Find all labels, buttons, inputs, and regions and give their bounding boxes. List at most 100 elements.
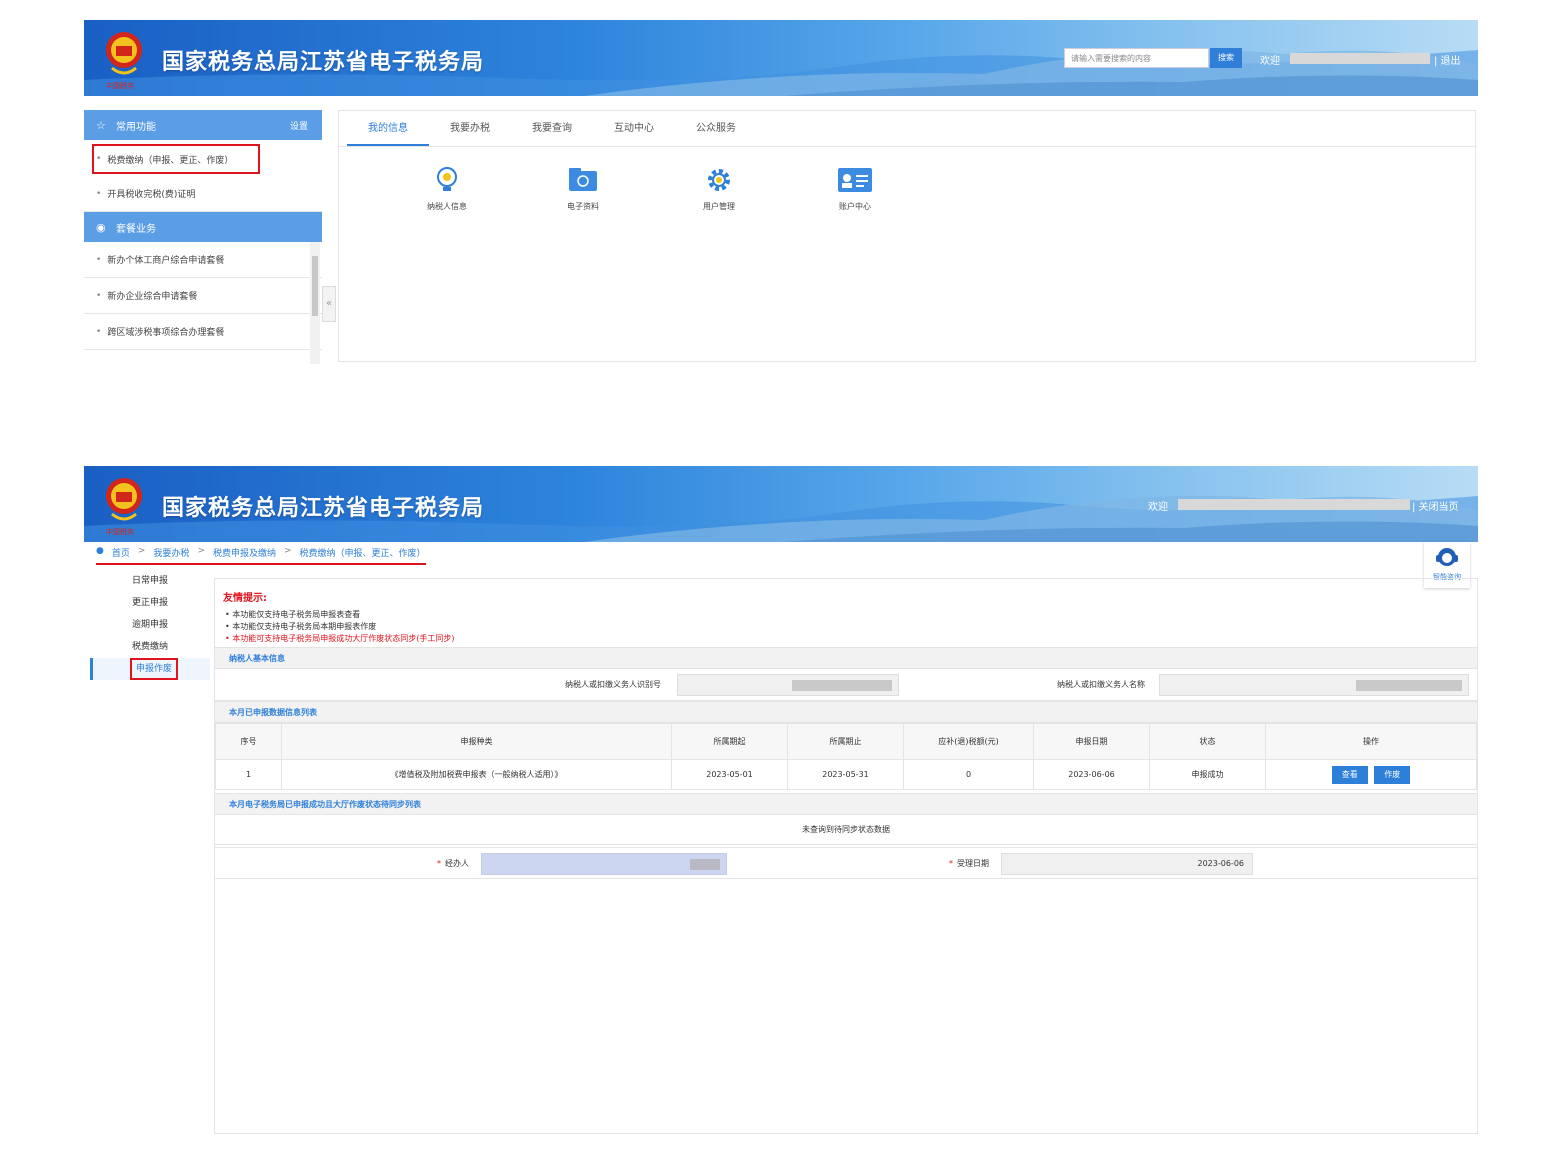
declaration-void-content: 友情提示: • 本功能仅支持电子税务局申报表查看 • 本功能仅支持电子税务局本期… [214,578,1478,1134]
site-title: 国家税务总局江苏省电子税务局 [162,50,485,75]
tax-void-screenshot: 中国税务 国家税务总局江苏省电子税务局 欢迎 | 关闭当页 ● 首页 > 我要办… [84,466,1478,1136]
tile-account-center[interactable]: 账户中心 [787,165,923,212]
tip-item-highlight: • 本功能可支持电子税务局申报成功大厅作废状态同步(手工同步) [225,634,455,643]
sync-list-section-header: 本月电子税务局已申报成功且大厅作废状态待同步列表 [215,793,1477,815]
menu-scrollbar[interactable] [310,242,320,364]
taxpayer-info-section-header: 纳税人基本信息 [215,647,1477,669]
function-tiles: 纳税人信息 电子资料 用户管理 账户中心 [379,165,923,212]
logout-link[interactable]: | 退出 [1434,52,1461,67]
handler-form-row: * 经办人 * 受理日期 2023-06-06 [215,847,1477,879]
cell-actions: 查看 作废 [1265,759,1477,790]
taxpayer-id-label: 纳税人或扣缴义务人识别号 [565,680,661,689]
package-business-header: ◉ 套餐业务 [84,212,322,242]
accept-date-field: 2023-06-06 [1001,853,1253,875]
cell-type: 《增值税及附加税费申报表（一般纳税人适用）》 [281,759,672,790]
breadcrumb-current: 税费缴纳（申报、更正、作废） [299,549,426,559]
menu-item-tax-certificate[interactable]: 开具税收完税(费)证明 [84,176,322,212]
breadcrumb-tax-handling[interactable]: 我要办税 [153,546,189,559]
col-header-type: 申报种类 [281,723,672,760]
tax-emblem-logo: 中国税务 [106,478,142,536]
site-banner: 中国税务 国家税务总局江苏省电子税务局 请输入需要搜索的内容 搜索 欢迎 | 退… [84,20,1478,96]
taxpayer-info-row: 纳税人或扣缴义务人识别号 纳税人或扣缴义务人名称 [215,669,1477,701]
breadcrumb-separator: > [137,546,146,556]
tip-item: • 本功能仅支持电子税务局本期申报表作废 [225,622,377,631]
cell-period-end: 2023-05-31 [787,759,904,790]
breadcrumb-home[interactable]: 首页 [112,546,130,559]
collapse-sidebar-button[interactable]: « [322,286,336,322]
left-menu: ☆ 常用功能 设置 税费缴纳（申报、更正、作废） 开具税收完税(费)证明 ◉ 套… [84,110,322,364]
accept-date-label: * 受理日期 [949,859,989,868]
package-business-title: 套餐业务 [116,223,156,235]
cell-status: 申报成功 [1149,759,1266,790]
breadcrumb: ● 首页 > 我要办税 > 税费申报及缴纳 > 税费缴纳（申报、更正、作废） [96,546,426,565]
tab-interaction[interactable]: 互动中心 [593,111,675,146]
info-bulb-icon [437,167,457,191]
tax-emblem-logo: 中国税务 [106,32,142,90]
welcome-text: 欢迎 [1260,56,1280,67]
handler-input[interactable] [481,853,727,875]
no-data-message: 未查询到待同步状态数据 [215,815,1477,845]
tile-label: 账户中心 [839,202,871,211]
col-header-tax-amount: 应补(退)税额(元) [903,723,1034,760]
tile-label: 用户管理 [703,202,735,211]
site-banner: 中国税务 国家税务总局江苏省电子税务局 欢迎 | 关闭当页 [84,466,1478,542]
cell-declare-date: 2023-06-06 [1033,759,1150,790]
menu-item-individual-package[interactable]: 新办个体工商户综合申请套餐 [84,242,322,278]
gear-icon [708,169,730,191]
search-button[interactable]: 搜索 [1210,48,1242,68]
settings-link[interactable]: 设置 [290,119,308,132]
menu-item-enterprise-package[interactable]: 新办企业综合申请套餐 [84,278,322,314]
declaration-side-nav: 日常申报 更正申报 逾期申报 税费缴纳 申报作废 [90,570,210,680]
svg-text:中国税务: 中国税务 [106,81,134,90]
location-pin-icon: ● [96,546,104,556]
tab-query[interactable]: 我要查询 [511,111,593,146]
username-redacted [1290,53,1430,64]
declared-data-table: 序号 申报种类 所属期起 所属期止 应补(退)税额(元) 申报日期 状态 操作 … [215,723,1477,790]
taxpayer-name-field [1159,674,1469,696]
breadcrumb-separator: > [197,546,205,556]
tile-user-management[interactable]: 用户管理 [651,165,787,212]
breadcrumb-row: ● 首页 > 我要办税 > 税费申报及缴纳 > 税费缴纳（申报、更正、作废） [84,542,1478,566]
id-card-icon [838,168,872,192]
menu-item-cross-region-package[interactable]: 跨区域涉税事项综合办理套餐 [84,314,322,350]
taxpayer-name-label: 纳税人或扣缴义务人名称 [1057,680,1145,689]
main-panel: 我的信息 我要办税 我要查询 互动中心 公众服务 纳税人信息 电子资料 用户管理… [338,110,1476,362]
package-icon: ◉ [96,220,106,234]
cell-index: 1 [215,759,282,790]
star-icon: ☆ [96,118,106,132]
tile-electronic-docs[interactable]: 电子资料 [515,165,651,212]
breadcrumb-separator: > [284,546,292,556]
username-redacted [1178,499,1410,510]
col-header-status: 状态 [1149,723,1266,760]
side-item-tax-payment[interactable]: 税费缴纳 [90,636,210,658]
void-button[interactable]: 作废 [1374,765,1411,784]
close-page-link[interactable]: | 关闭当页 [1412,498,1459,513]
col-header-period-end: 所属期止 [787,723,904,760]
welcome-text: 欢迎 [1148,502,1168,513]
common-functions-header: ☆ 常用功能 设置 [84,110,322,140]
breadcrumb-declaration[interactable]: 税费申报及缴纳 [213,546,276,559]
view-button[interactable]: 查看 [1331,765,1368,784]
table-row: 1 《增值税及附加税费申报表（一般纳税人适用）》 2023-05-01 2023… [215,759,1477,790]
declared-list-section-header: 本月已申报数据信息列表 [215,701,1477,723]
common-functions-title: 常用功能 [116,121,156,133]
tile-label: 电子资料 [567,202,599,211]
search-input[interactable]: 请输入需要搜索的内容 [1064,48,1209,68]
side-item-daily-declaration[interactable]: 日常申报 [90,570,210,592]
headset-agent-icon [1436,548,1458,566]
folder-icon [569,168,597,191]
tab-public-service[interactable]: 公众服务 [675,111,757,146]
side-item-declaration-void[interactable]: 申报作废 [90,658,210,680]
menu-item-tax-payment[interactable]: 税费缴纳（申报、更正、作废） [92,144,260,174]
cell-period-start: 2023-05-01 [671,759,788,790]
side-item-correction-declaration[interactable]: 更正申报 [90,592,210,614]
tab-tax-handling[interactable]: 我要办税 [429,111,511,146]
tab-my-info[interactable]: 我的信息 [347,111,429,146]
table-header-row: 序号 申报种类 所属期起 所属期止 应补(退)税额(元) 申报日期 状态 操作 [215,723,1477,760]
side-item-overdue-declaration[interactable]: 逾期申报 [90,614,210,636]
tile-taxpayer-info[interactable]: 纳税人信息 [379,165,515,212]
col-header-index: 序号 [215,723,282,760]
scrollbar-thumb[interactable] [312,256,318,316]
main-tabs: 我的信息 我要办税 我要查询 互动中心 公众服务 [339,111,1475,147]
site-title: 国家税务总局江苏省电子税务局 [162,496,485,521]
